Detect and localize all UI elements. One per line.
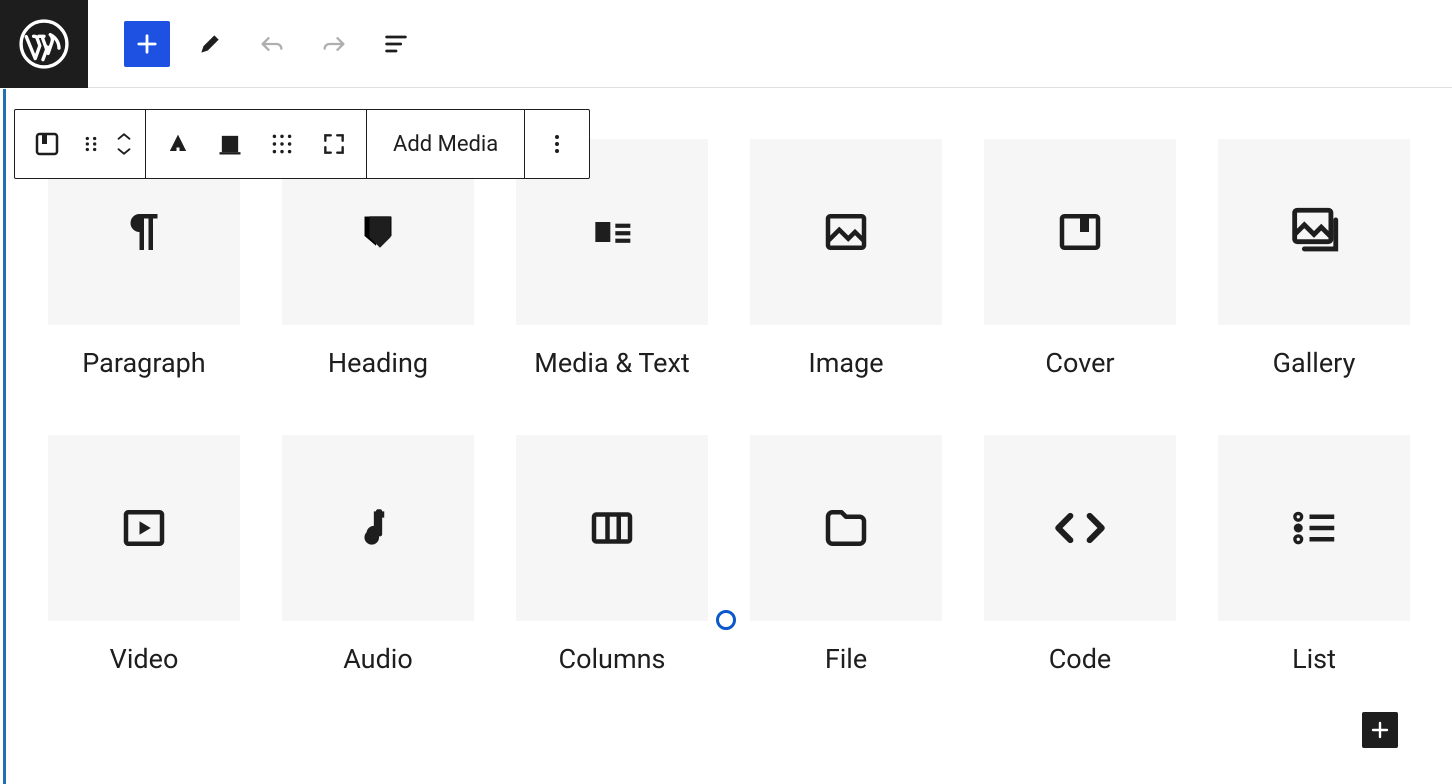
block-toolbar: Add Media bbox=[14, 109, 590, 179]
block-image[interactable]: Image bbox=[750, 139, 942, 379]
block-library-grid: Paragraph Heading Media & Text Image bbox=[6, 139, 1452, 675]
block-label: Paragraph bbox=[82, 347, 205, 379]
block-label: File bbox=[825, 643, 867, 675]
block-code[interactable]: Code bbox=[984, 435, 1176, 675]
block-label: Audio bbox=[343, 643, 413, 675]
code-icon bbox=[984, 435, 1176, 621]
block-cover[interactable]: Cover bbox=[984, 139, 1176, 379]
block-audio[interactable]: Audio bbox=[282, 435, 474, 675]
columns-icon bbox=[516, 435, 708, 621]
document-overview-button[interactable] bbox=[374, 22, 418, 66]
change-alignment-button[interactable] bbox=[152, 118, 204, 170]
audio-icon bbox=[282, 435, 474, 621]
header-toolbar bbox=[88, 21, 418, 67]
block-video[interactable]: Video bbox=[48, 435, 240, 675]
block-label: Code bbox=[1049, 643, 1112, 675]
video-icon bbox=[48, 435, 240, 621]
image-icon bbox=[750, 139, 942, 325]
block-label: Gallery bbox=[1273, 347, 1356, 379]
more-options-button[interactable] bbox=[531, 118, 583, 170]
edit-tool-button[interactable] bbox=[188, 22, 232, 66]
grid-button[interactable] bbox=[256, 118, 308, 170]
block-type-button[interactable] bbox=[21, 118, 73, 170]
add-block-button[interactable] bbox=[1362, 712, 1398, 748]
redo-button[interactable] bbox=[312, 22, 356, 66]
align-button[interactable] bbox=[204, 118, 256, 170]
gallery-icon bbox=[1218, 139, 1410, 325]
block-label: Columns bbox=[559, 643, 666, 675]
fullscreen-button[interactable] bbox=[308, 118, 360, 170]
drag-handle[interactable] bbox=[73, 118, 109, 170]
top-bar bbox=[0, 0, 1452, 88]
block-label: Heading bbox=[328, 347, 428, 379]
insert-block-button[interactable] bbox=[124, 21, 170, 67]
block-gallery[interactable]: Gallery bbox=[1218, 139, 1410, 379]
block-label: Media & Text bbox=[534, 347, 689, 379]
cover-icon bbox=[984, 139, 1176, 325]
add-media-button[interactable]: Add Media bbox=[373, 132, 518, 157]
undo-button[interactable] bbox=[250, 22, 294, 66]
move-up-down-button[interactable] bbox=[109, 131, 139, 157]
block-file[interactable]: File bbox=[750, 435, 942, 675]
block-list[interactable]: List bbox=[1218, 435, 1410, 675]
file-icon bbox=[750, 435, 942, 621]
list-icon bbox=[1218, 435, 1410, 621]
block-label: Cover bbox=[1045, 347, 1114, 379]
cursor-indicator bbox=[716, 610, 736, 630]
block-label: List bbox=[1292, 643, 1336, 675]
block-label: Image bbox=[808, 347, 883, 379]
wordpress-logo[interactable] bbox=[0, 0, 88, 88]
editor-content: Paragraph Heading Media & Text Image bbox=[3, 89, 1452, 784]
block-label: Video bbox=[110, 643, 179, 675]
block-columns[interactable]: Columns bbox=[516, 435, 708, 675]
